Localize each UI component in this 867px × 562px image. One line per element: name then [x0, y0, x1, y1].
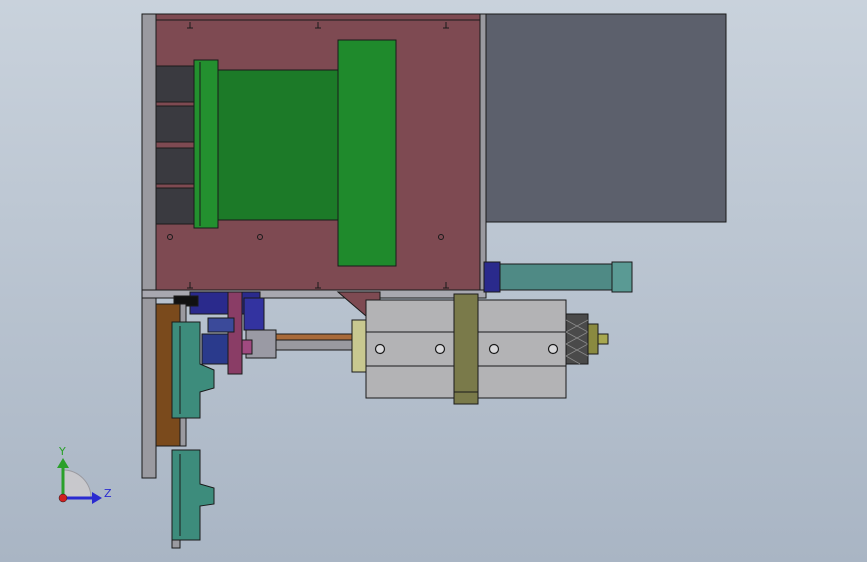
left-vertical-rail[interactable] [141, 13, 157, 479]
teal-rod[interactable] [499, 263, 613, 291]
olive-nozzle[interactable] [587, 323, 599, 355]
navy-block-right[interactable] [243, 297, 265, 331]
teal-clamp-lower[interactable] [171, 449, 215, 541]
magenta-nut [241, 339, 253, 355]
teal-clamp-foot [171, 539, 181, 549]
piston-rod-lower [275, 339, 361, 351]
triad-quadrant [62, 469, 92, 499]
grey-housing-box[interactable] [483, 13, 727, 223]
olive-clamp-bracket[interactable] [453, 293, 479, 405]
green-flange-left[interactable] [193, 59, 219, 229]
y-axis-arrow-icon [57, 458, 69, 468]
y-axis-label: Y [58, 445, 66, 458]
magenta-bar[interactable] [227, 291, 243, 375]
z-axis-arrow-icon [92, 492, 102, 504]
frame-right-edge-bar [479, 13, 487, 299]
navy-connector[interactable] [201, 333, 229, 365]
green-motor-body[interactable] [217, 69, 341, 221]
axis-triad: Y Z [57, 445, 112, 504]
3d-viewport[interactable]: Y Z [0, 0, 867, 562]
z-axis-label: Z [104, 487, 112, 500]
navy-small-block[interactable] [207, 317, 235, 333]
navy-rod-end[interactable] [483, 261, 501, 293]
piston-rod[interactable] [275, 333, 361, 341]
cad-model-view[interactable]: Y Z [0, 0, 867, 562]
nozzle-tip[interactable] [597, 333, 609, 345]
green-flange-right[interactable] [337, 39, 397, 267]
triad-origin [58, 493, 68, 503]
cylinder-collar[interactable] [351, 319, 367, 373]
teal-rod-cap[interactable] [611, 261, 633, 293]
